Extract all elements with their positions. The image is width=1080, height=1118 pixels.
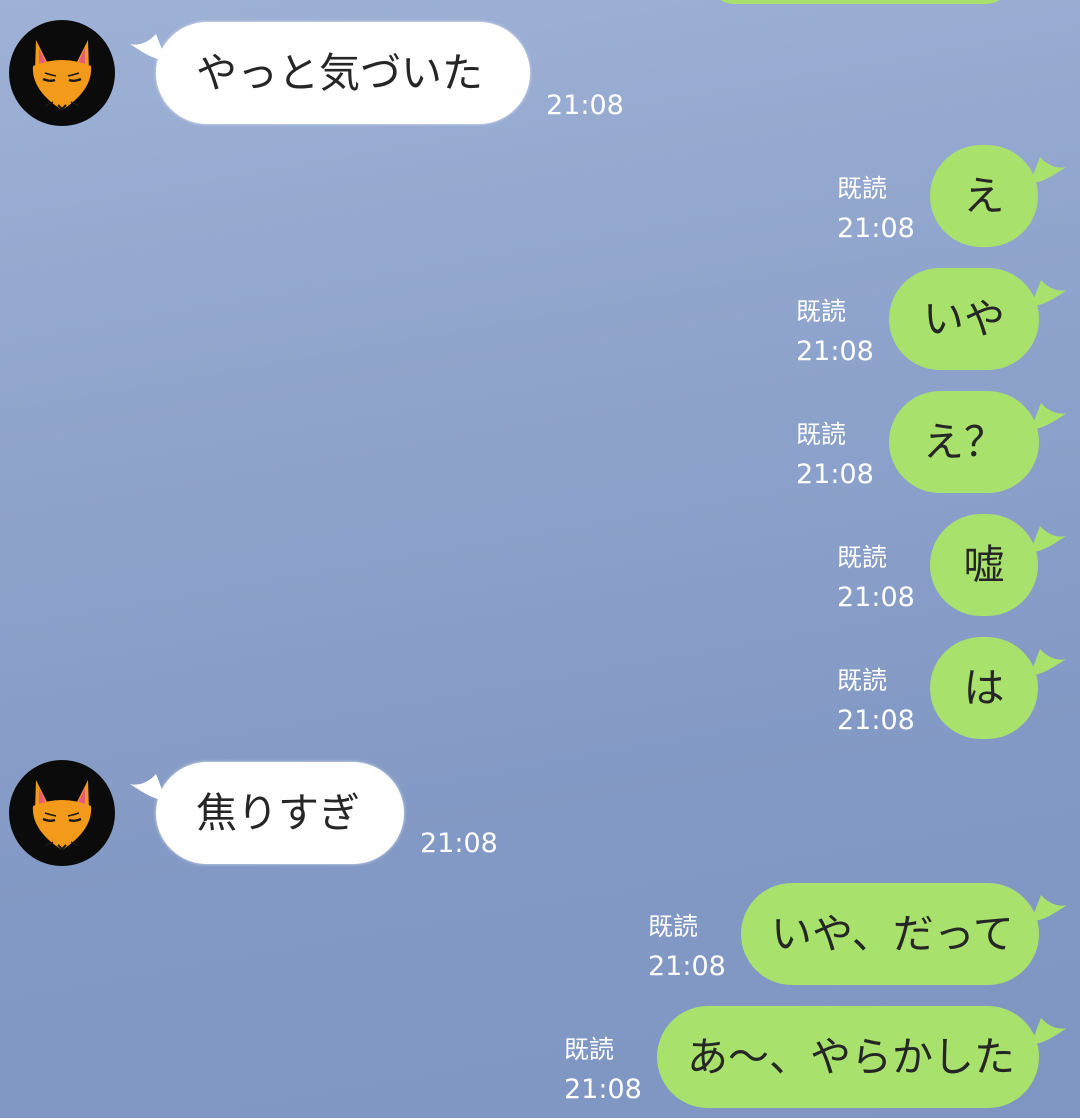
message-incoming: やっと気づいた 21:08 <box>0 0 1080 140</box>
speech-tail-icon <box>130 34 166 60</box>
speech-tail-icon <box>130 774 166 800</box>
speech-tail-icon <box>1031 403 1067 429</box>
message-outgoing: 既読 21:08 いや <box>0 268 1080 378</box>
read-receipt: 既読 <box>837 543 888 572</box>
speech-tail-icon <box>1031 895 1067 921</box>
message-bubble[interactable]: え <box>930 145 1066 247</box>
message-bubble[interactable]: 焦りすぎ <box>130 762 404 864</box>
chat-area[interactable]: やっと気づいた 21:08 既読 21:08 え 既読 21:08 いや 既読 … <box>0 0 1080 1118</box>
read-receipt: 既読 <box>648 912 699 941</box>
read-receipt: 既読 <box>837 174 888 203</box>
message-bubble[interactable]: やっと気づいた <box>130 22 530 124</box>
speech-tail-icon <box>1030 649 1066 675</box>
message-text: やっと気づいた <box>196 49 483 97</box>
read-receipt: 既読 <box>796 420 847 449</box>
message-text: いや、だって <box>771 910 1014 958</box>
message-bubble[interactable]: え？ <box>889 391 1067 493</box>
message-meta: 既読 21:08 <box>796 292 874 372</box>
message-text: あ〜、やらかした <box>687 1033 1015 1081</box>
message-outgoing: 既読 21:08 え？ <box>0 391 1080 501</box>
message-time: 21:08 <box>648 951 726 982</box>
read-receipt: 既読 <box>796 297 847 326</box>
message-time: 21:08 <box>564 1074 642 1105</box>
fox-avatar-icon[interactable] <box>9 20 115 126</box>
message-incoming: 焦りすぎ 21:08 <box>0 740 1080 880</box>
message-text: 焦りすぎ <box>196 789 360 837</box>
message-time: 21:08 <box>420 828 498 859</box>
message-bubble[interactable]: いや <box>889 268 1067 370</box>
message-text: え <box>963 172 1005 220</box>
message-text: は <box>963 664 1005 712</box>
read-receipt: 既読 <box>564 1035 615 1064</box>
message-outgoing: 既読 21:08 いや、だって <box>0 883 1080 993</box>
fox-avatar-icon[interactable] <box>9 760 115 866</box>
message-time: 21:08 <box>837 213 915 244</box>
speech-tail-icon <box>1030 157 1066 183</box>
message-meta: 既読 21:08 <box>837 538 915 618</box>
message-meta: 既読 21:08 <box>837 661 915 741</box>
message-text: いや <box>923 295 1005 343</box>
message-meta: 既読 21:08 <box>564 1030 642 1110</box>
message-time: 21:08 <box>796 336 874 367</box>
message-text: え？ <box>923 418 1005 466</box>
message-meta: 21:08 <box>546 86 624 126</box>
message-bubble[interactable]: あ〜、やらかした <box>657 1006 1067 1108</box>
message-outgoing: 既読 21:08 あ〜、やらかした <box>0 1006 1080 1116</box>
message-bubble[interactable]: いや、だって <box>741 883 1067 985</box>
message-time: 21:08 <box>837 705 915 736</box>
message-time: 21:08 <box>837 582 915 613</box>
message-meta: 既読 21:08 <box>796 415 874 495</box>
read-receipt: 既読 <box>837 666 888 695</box>
message-meta: 既読 21:08 <box>648 907 726 987</box>
speech-tail-icon <box>1031 1018 1067 1044</box>
message-outgoing: 既読 21:08 嘘 <box>0 514 1080 624</box>
message-bubble[interactable]: は <box>930 637 1066 739</box>
speech-tail-icon <box>1030 526 1066 552</box>
message-time: 21:08 <box>796 459 874 490</box>
message-text: 嘘 <box>963 541 1005 589</box>
message-outgoing: 既読 21:08 は <box>0 637 1080 747</box>
message-outgoing: 既読 21:08 え <box>0 145 1080 255</box>
message-time: 21:08 <box>546 90 624 121</box>
message-meta: 既読 21:08 <box>837 169 915 249</box>
message-meta: 21:08 <box>420 824 498 864</box>
speech-tail-icon <box>1031 280 1067 306</box>
message-bubble[interactable]: 嘘 <box>930 514 1066 616</box>
